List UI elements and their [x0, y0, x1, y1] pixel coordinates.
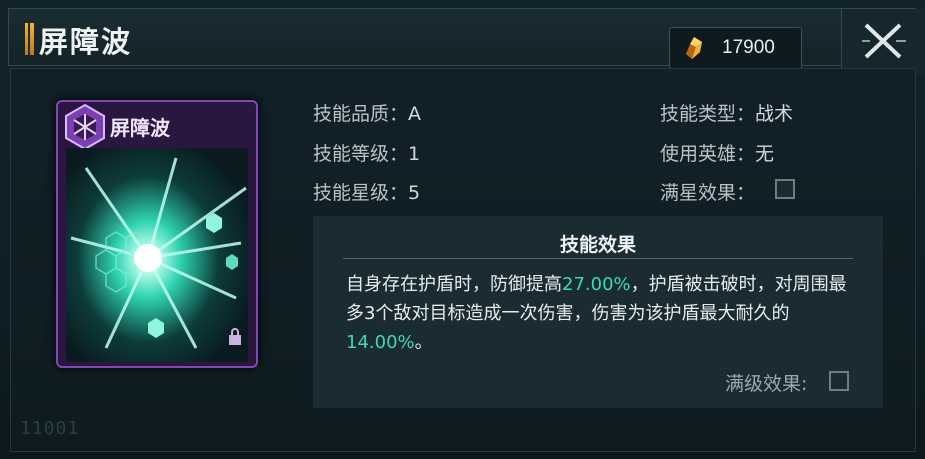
hexagon-emblem-icon — [65, 103, 105, 151]
effect-text-1: 自身存在护盾时，防御提高 — [346, 274, 562, 295]
close-icon — [862, 23, 906, 59]
energy-burst-art — [66, 148, 248, 362]
skill-quality-row: 技能品质：A — [313, 99, 421, 126]
lock-icon — [229, 328, 241, 345]
skill-quality-value: A — [408, 103, 422, 125]
page-title: 屏障波 — [39, 25, 133, 59]
max-star-row: 满星效果： — [660, 178, 755, 205]
skill-level-value: 1 — [408, 143, 421, 165]
effect-highlight-damage: 14.00% — [346, 332, 415, 353]
effect-text-3: 。 — [414, 332, 433, 353]
skill-star-value: 5 — [408, 182, 421, 204]
skill-type-label: 技能类型： — [660, 103, 756, 125]
crystal-icon — [686, 37, 702, 59]
hero-label: 使用英雄： — [660, 143, 756, 165]
header-bar: 屏障波 17900 — [8, 8, 925, 75]
skill-card: 屏障波 — [56, 100, 258, 368]
skill-quality-label: 技能品质： — [313, 103, 409, 125]
skill-star-row: 技能星级：5 — [313, 178, 420, 205]
skill-star-label: 技能星级： — [313, 182, 409, 204]
skill-level-row: 技能等级：1 — [313, 139, 420, 166]
card-title: 屏障波 — [110, 116, 170, 140]
effect-description: 自身存在护盾时，防御提高27.00%，护盾被击破时，对周围最多3个敌对目标造成一… — [346, 270, 856, 357]
max-level-label: 满级效果: — [725, 373, 808, 395]
max-star-label: 满星效果： — [660, 182, 756, 204]
skill-type-row: 技能类型：战术 — [660, 99, 793, 126]
card-id-watermark: 11001 — [20, 418, 80, 439]
effect-title: 技能效果 — [559, 234, 636, 256]
currency-amount: 17900 — [722, 37, 775, 58]
close-button[interactable] — [841, 9, 925, 75]
skill-detail-window: 屏障波 17900 屏障波 11001 技能品质：A 技能等级：1 技能星级：5… — [0, 0, 925, 459]
skill-effect-box: 技能效果 自身存在护盾时，防御提高27.00%，护盾被击破时，对周围最多3个敌对… — [313, 216, 883, 408]
hero-value: 无 — [755, 143, 775, 165]
max-star-checkbox[interactable] — [775, 179, 795, 199]
skill-type-value: 战术 — [755, 103, 794, 125]
effect-highlight-defense: 27.00% — [562, 274, 631, 295]
max-level-checkbox[interactable] — [829, 371, 849, 391]
title-accent-bar — [25, 23, 34, 55]
skill-level-label: 技能等级： — [313, 143, 409, 165]
currency-display: 17900 — [669, 27, 802, 69]
effect-divider — [343, 258, 853, 259]
hero-row: 使用英雄：无 — [660, 139, 774, 166]
